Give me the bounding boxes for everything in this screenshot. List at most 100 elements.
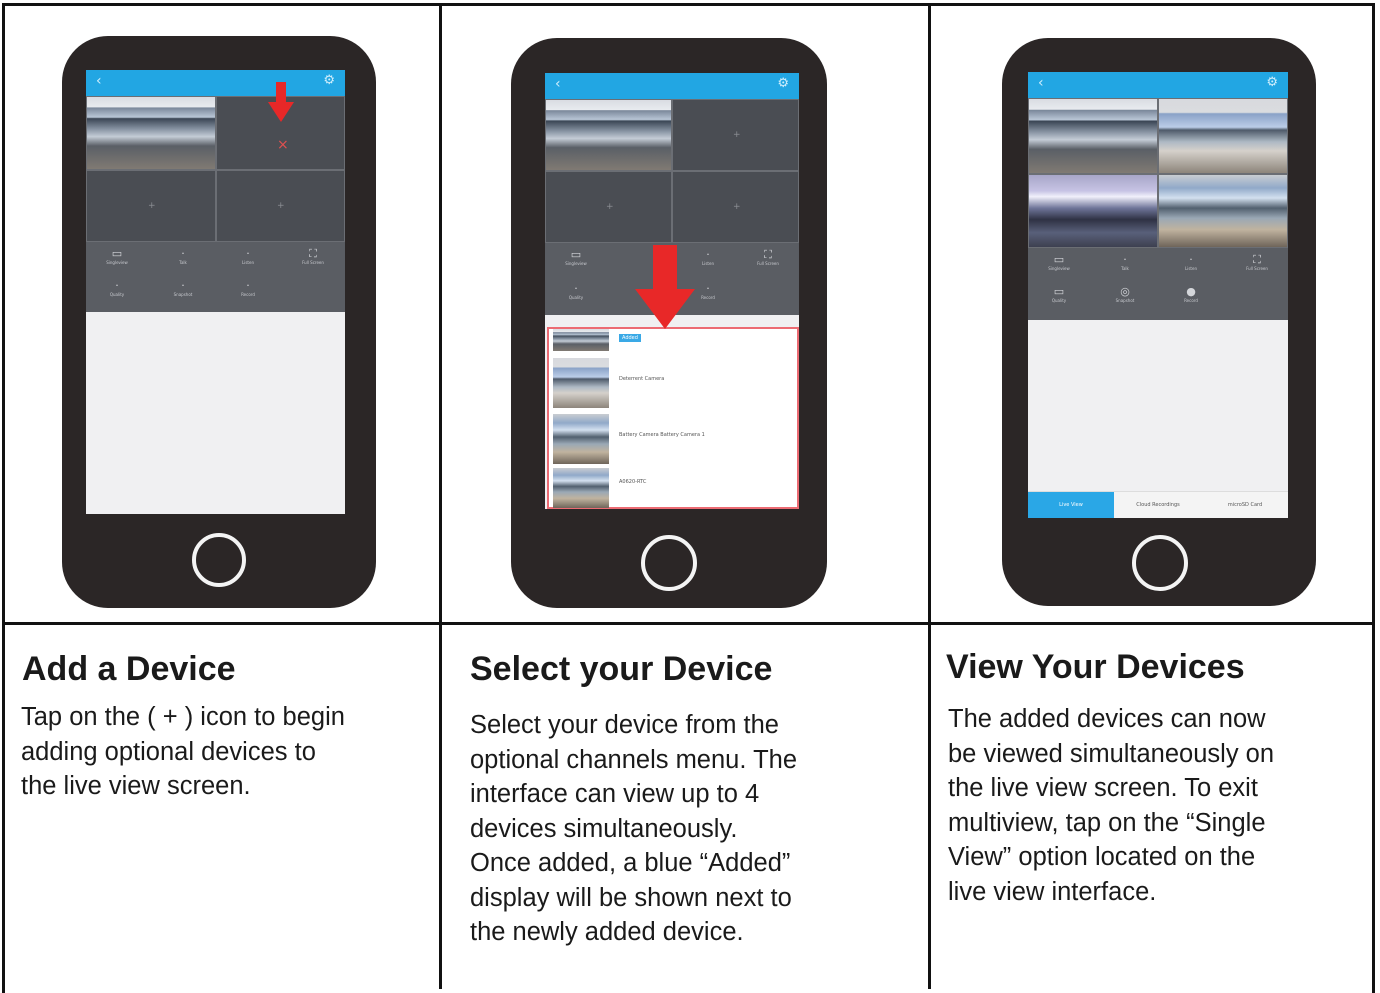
panel-3-title: View Your Devices (946, 648, 1245, 686)
camera-icon: ◎ (1120, 285, 1130, 298)
talk-button[interactable]: · Talk (160, 248, 206, 266)
text-line: the newly added device. (470, 918, 744, 946)
camera-tile-2-empty[interactable]: + (672, 99, 799, 171)
snapshot-button[interactable]: · Snapshot (160, 280, 206, 298)
speaker-icon: · (1189, 253, 1193, 266)
camera-tile-4[interactable] (1158, 174, 1288, 248)
singleview-button[interactable]: ▭ Singleview (94, 248, 140, 266)
text-line: multiview, tap on the “Single (948, 808, 1266, 837)
app-header: ‹ ⚙ (545, 73, 799, 99)
mic-icon: · (1123, 253, 1127, 266)
channel-name: Battery Camera Battery Camera 1 (619, 432, 705, 438)
fullscreen-icon: ⛶ (309, 247, 317, 260)
channel-name: Deterrent Camera (619, 376, 665, 382)
camera-icon: · (181, 279, 185, 292)
home-button[interactable] (192, 533, 246, 587)
quality-button[interactable]: · Quality (553, 283, 599, 301)
channel-thumbnail (553, 358, 609, 408)
bottom-tab-bar: Live View Cloud Recordings microSD Card (1028, 491, 1288, 518)
channel-thumbnail (553, 414, 609, 464)
mic-icon: · (181, 247, 185, 260)
tab-live-view[interactable]: Live View (1028, 492, 1114, 518)
text-line: be viewed simultaneously on (948, 739, 1275, 768)
record-icon: ● (1186, 285, 1196, 298)
phone-1-screen: ‹ ⚙ × + + ▭ Singleview · Talk · Listen ⛶ Ful… (86, 70, 345, 514)
added-badge: Added (619, 334, 641, 342)
plus-icon[interactable]: + (606, 202, 614, 212)
home-button[interactable] (641, 535, 697, 591)
camera-tile-3-empty[interactable]: + (545, 171, 672, 243)
speaker-icon: · (246, 247, 250, 260)
text-line: Select your device from the (470, 711, 779, 739)
quality-button[interactable]: ▭ Quality (1036, 286, 1082, 304)
text-line: The added devices can now (948, 705, 1266, 733)
quality-icon: · (115, 279, 119, 292)
home-button[interactable] (1132, 535, 1188, 591)
text-line: Tap on the ( + ) icon to begin (21, 703, 345, 731)
camera-tile-2[interactable] (1158, 98, 1288, 174)
listen-button[interactable]: · Listen (225, 248, 271, 266)
monitor-icon: ▭ (111, 247, 123, 260)
control-toolbar: ▭ Singleview · Talk · Listen ⛶ Full Screen ▭… (1028, 248, 1288, 320)
singleview-button[interactable]: ▭ Singleview (553, 249, 599, 267)
red-arrow-down (635, 245, 695, 329)
tab-cloud-recordings[interactable]: Cloud Recordings (1114, 492, 1202, 518)
snapshot-button[interactable]: ◎ Snapshot (1102, 286, 1148, 304)
camera-tile-1[interactable] (545, 99, 672, 171)
panel-1-title: Add a Device (22, 650, 236, 688)
phone-3-screen: ‹ ⚙ ▭ Singleview · Talk · Listen ⛶ Full Scre… (1028, 72, 1288, 518)
gear-icon[interactable]: ⚙ (777, 76, 789, 91)
quality-button[interactable]: · Quality (94, 280, 140, 298)
fullscreen-icon: ⛶ (1253, 253, 1261, 266)
plus-icon[interactable]: + (277, 201, 285, 211)
channel-row[interactable]: A0620-RTC (553, 465, 793, 508)
panel-2-title: Select your Device (470, 650, 773, 688)
tab-microsd-card[interactable]: microSD Card (1202, 492, 1288, 518)
plus-icon[interactable]: + (733, 202, 741, 212)
fullscreen-button[interactable]: ⛶ Full Screen (1234, 254, 1280, 272)
fullscreen-button[interactable]: ⛶ Full Screen (290, 248, 336, 266)
camera-tile-4-empty[interactable]: + (216, 170, 345, 242)
camera-tile-4-empty[interactable]: + (672, 171, 799, 243)
quality-icon: ▭ (1053, 285, 1065, 298)
record-button[interactable]: ● Record (1168, 286, 1214, 304)
channel-name: A0620-RTC (619, 479, 647, 485)
phone-2-screen: ‹ ⚙ + + + ▭ Singleview · Listen ⛶ Full Scre… (545, 73, 799, 509)
app-header: ‹ ⚙ (86, 70, 345, 96)
phone-1: ‹ ⚙ × + + ▭ Singleview · Talk · Listen ⛶ Ful… (62, 36, 376, 608)
text-line: adding optional devices to (21, 737, 316, 766)
channel-thumbnail (553, 329, 609, 351)
quality-icon: · (574, 282, 578, 295)
channel-row[interactable]: Deterrent Camera (553, 355, 793, 411)
channel-list: Added Deterrent Camera Battery Camera Ba… (547, 327, 799, 509)
listen-button[interactable]: · Listen (1168, 254, 1214, 272)
gear-icon[interactable]: ⚙ (323, 73, 335, 88)
channel-row[interactable]: Battery Camera Battery Camera 1 (553, 411, 793, 467)
back-icon[interactable]: ‹ (1038, 75, 1044, 91)
camera-tile-3[interactable] (1028, 174, 1158, 248)
back-icon[interactable]: ‹ (555, 76, 561, 92)
text-line: interface can view up to 4 (470, 780, 760, 808)
fullscreen-button[interactable]: ⛶ Full Screen (745, 249, 791, 267)
column-divider (439, 3, 442, 989)
fullscreen-icon: ⛶ (764, 248, 772, 261)
monitor-icon: ▭ (570, 248, 582, 261)
talk-button[interactable]: · Talk (1102, 254, 1148, 272)
plus-icon[interactable]: + (148, 201, 156, 211)
camera-tile-3-empty[interactable]: + (86, 170, 216, 242)
record-button[interactable]: · Record (225, 280, 271, 298)
plus-icon[interactable]: + (733, 130, 741, 140)
camera-tile-1[interactable] (1028, 98, 1158, 174)
add-icon[interactable]: × (277, 137, 289, 153)
camera-tile-1[interactable] (86, 96, 216, 170)
gear-icon[interactable]: ⚙ (1266, 75, 1278, 90)
panel-1-description: Tap on the ( + ) icon to begin adding op… (21, 700, 345, 804)
text-line: Once added, a blue “Added” (470, 849, 791, 877)
back-icon[interactable]: ‹ (96, 73, 102, 89)
singleview-button[interactable]: ▭ Singleview (1036, 254, 1082, 272)
channel-thumbnail (553, 468, 609, 508)
text-line: display will be shown next to (470, 883, 792, 912)
panel-2-description: Select your device from the optional cha… (470, 708, 797, 950)
text-line: View” option located on the (948, 843, 1256, 871)
text-line: devices simultaneously. (470, 814, 738, 843)
